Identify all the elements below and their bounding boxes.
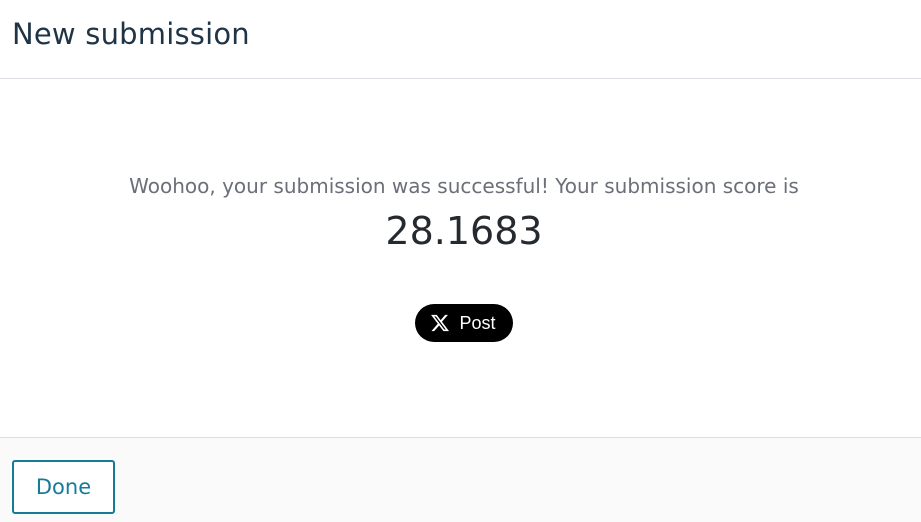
x-logo-icon [430, 313, 450, 333]
done-button[interactable]: Done [12, 460, 115, 514]
submission-dialog: New submission Woohoo, your submission w… [0, 0, 921, 522]
dialog-title: New submission [12, 17, 250, 51]
dialog-body: Woohoo, your submission was successful! … [0, 79, 921, 437]
dialog-header: New submission [0, 0, 921, 79]
post-button-label: Post [459, 312, 496, 333]
post-to-x-button[interactable]: Post [415, 304, 513, 342]
submission-score: 28.1683 [385, 209, 543, 253]
success-message: Woohoo, your submission was successful! … [129, 174, 799, 198]
dialog-footer: Done [0, 437, 921, 522]
